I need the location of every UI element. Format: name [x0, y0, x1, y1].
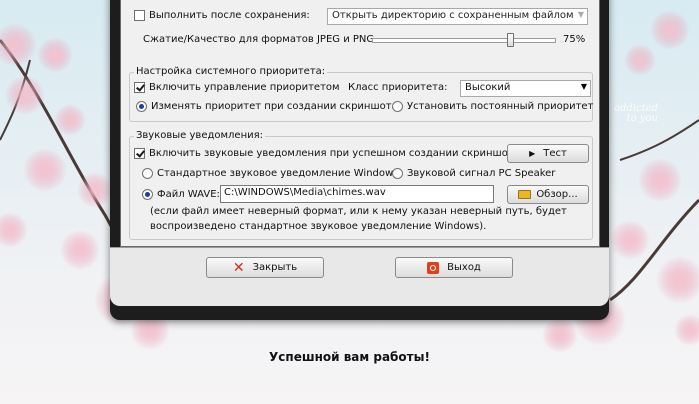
- close-label: Закрыть: [252, 262, 298, 273]
- sound-radio-speaker-label: Звуковой сигнал PC Speaker: [407, 168, 556, 179]
- watermark: addicted to you: [614, 104, 658, 124]
- priority-group: Настройка системного приоритета: Включит…: [129, 66, 593, 122]
- dialog-button-bar: ✕ Закрыть Выход: [110, 247, 609, 306]
- chevron-down-icon: ▼: [577, 10, 584, 19]
- sound-radio-standard[interactable]: Стандартное звуковое уведомление Windows: [142, 168, 398, 179]
- compression-value: 75%: [563, 34, 586, 45]
- settings-window: Выполнить после сохранения: Открыть дире…: [110, 0, 609, 320]
- priority-radio-change-button[interactable]: [136, 101, 147, 112]
- test-sound-label: Тест: [543, 148, 567, 159]
- browse-label: Обзор...: [536, 189, 578, 200]
- sound-radio-wave[interactable]: Файл WAVE:: [142, 189, 220, 200]
- test-sound-button[interactable]: ▶ Тест: [507, 144, 589, 163]
- after-save-value: Открыть директорию с сохраненным файлом: [332, 10, 574, 21]
- priority-enable-label: Включить управление приоритетом: [149, 82, 340, 93]
- priority-radio-change-label: Изменять приоритет при создании скриншот…: [151, 101, 398, 112]
- compression-slider[interactable]: [372, 38, 556, 43]
- power-icon: [427, 261, 440, 274]
- wave-path-input[interactable]: C:\WINDOWS\Media\chimes.wav: [220, 185, 494, 203]
- sound-radio-wave-button[interactable]: [142, 189, 153, 200]
- sound-radio-speaker[interactable]: Звуковой сигнал PC Speaker: [392, 168, 555, 179]
- watermark-line2: to you: [626, 113, 658, 124]
- exit-label: Выход: [447, 262, 481, 273]
- sound-radio-speaker-button[interactable]: [392, 168, 403, 179]
- chevron-down-icon: ▼: [580, 82, 587, 91]
- compression-slider-thumb[interactable]: [507, 33, 514, 47]
- sound-radio-standard-button[interactable]: [142, 168, 153, 179]
- priority-group-label: Настройка системного приоритета:: [134, 66, 328, 77]
- priority-radio-fixed[interactable]: Установить постоянный приоритет: [392, 101, 593, 112]
- sound-enable-label: Включить звуковые уведомления при успешн…: [149, 148, 520, 159]
- priority-class-label: Класс приоритета:: [348, 82, 448, 93]
- play-icon: ▶: [529, 149, 536, 158]
- after-save-option[interactable]: Выполнить после сохранения:: [134, 10, 310, 21]
- priority-radio-fixed-button[interactable]: [392, 101, 403, 112]
- priority-enable-checkbox[interactable]: [134, 82, 145, 93]
- priority-radio-change[interactable]: Изменять приоритет при создании скриншот…: [136, 101, 398, 112]
- after-save-dropdown[interactable]: Открыть директорию с сохраненным файлом …: [327, 8, 588, 25]
- wave-note-line2: воспроизведено стандартное звуковое увед…: [150, 221, 487, 232]
- sound-radio-wave-label: Файл WAVE:: [157, 189, 220, 200]
- priority-enable-option[interactable]: Включить управление приоритетом: [134, 82, 340, 93]
- compression-label: Сжатие/Качество для форматов JPEG и PNG: [143, 34, 375, 45]
- close-button[interactable]: ✕ Закрыть: [206, 257, 324, 278]
- sound-group-label: Звуковые уведомления:: [134, 130, 266, 141]
- sound-enable-option[interactable]: Включить звуковые уведомления при успешн…: [134, 148, 520, 159]
- settings-panel: Выполнить после сохранения: Открыть дире…: [120, 0, 600, 247]
- footer-message: Успешной вам работы!: [269, 350, 430, 364]
- sound-enable-checkbox[interactable]: [134, 148, 145, 159]
- priority-class-value: Высокий: [465, 82, 511, 93]
- exit-button[interactable]: Выход: [395, 257, 513, 278]
- priority-class-dropdown[interactable]: Высокий ▼: [460, 80, 591, 97]
- sound-group: Звуковые уведомления: Включить звуковые …: [129, 130, 593, 240]
- wave-note-line1: (если файл имеет неверный формат, или к …: [150, 206, 567, 217]
- folder-open-icon: [518, 190, 532, 199]
- after-save-checkbox[interactable]: [134, 10, 145, 21]
- sound-radio-standard-label: Стандартное звуковое уведомление Windows: [157, 168, 399, 179]
- after-save-label: Выполнить после сохранения:: [149, 10, 310, 21]
- priority-radio-fixed-label: Установить постоянный приоритет: [407, 101, 594, 112]
- browse-button[interactable]: Обзор...: [507, 185, 589, 204]
- close-icon: ✕: [232, 259, 245, 276]
